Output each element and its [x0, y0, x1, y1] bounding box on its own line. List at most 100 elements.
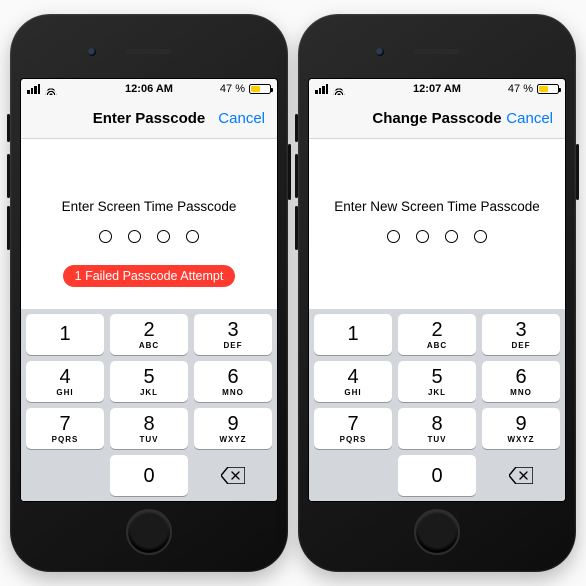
- bezel-bottom: [308, 502, 566, 562]
- volume-down-button[interactable]: [295, 206, 298, 250]
- key-1[interactable]: 1: [314, 314, 392, 355]
- volume-down-button[interactable]: [7, 206, 10, 250]
- front-camera: [376, 48, 384, 56]
- power-button[interactable]: [288, 144, 291, 200]
- key-letters: PQRS: [340, 435, 367, 444]
- nav-bar: Enter Passcode Cancel: [21, 99, 277, 139]
- failed-attempt-badge: 1 Failed Passcode Attempt: [63, 265, 236, 287]
- mute-switch[interactable]: [295, 114, 298, 142]
- key-digit: 4: [347, 367, 358, 387]
- key-3[interactable]: 3DEF: [194, 314, 272, 355]
- status-time: 12:07 AM: [413, 83, 461, 95]
- key-6[interactable]: 6MNO: [194, 361, 272, 402]
- key-0[interactable]: 0: [110, 455, 188, 496]
- screen: 12:06 AM 47 % Enter Passcode Cancel Ente…: [20, 78, 278, 502]
- key-8[interactable]: 8TUV: [110, 408, 188, 449]
- key-1[interactable]: 1: [26, 314, 104, 355]
- stage: 12:06 AM 47 % Enter Passcode Cancel Ente…: [0, 0, 586, 586]
- key-letters: WXYZ: [219, 435, 246, 444]
- key-digit: 5: [431, 367, 442, 387]
- key-letters: DEF: [224, 341, 243, 350]
- keypad-spacer: [314, 455, 392, 496]
- key-digit: 8: [431, 414, 442, 434]
- key-3[interactable]: 3DEF: [482, 314, 560, 355]
- key-digit: 3: [227, 320, 238, 340]
- key-7[interactable]: 7PQRS: [314, 408, 392, 449]
- status-time: 12:06 AM: [125, 83, 173, 95]
- passcode-dot: [416, 230, 429, 243]
- key-digit: 6: [227, 367, 238, 387]
- key-4[interactable]: 4GHI: [26, 361, 104, 402]
- numeric-keypad: 1 2ABC 3DEF 4GHI 5JKL 6MNO 7PQRS 8TUV 9W…: [21, 309, 277, 501]
- key-digit: 2: [431, 320, 442, 340]
- key-7[interactable]: 7PQRS: [26, 408, 104, 449]
- key-4[interactable]: 4GHI: [314, 361, 392, 402]
- key-8[interactable]: 8TUV: [398, 408, 476, 449]
- mute-switch[interactable]: [7, 114, 10, 142]
- status-bar: 12:06 AM 47 %: [21, 79, 277, 99]
- passcode-dot: [128, 230, 141, 243]
- key-5[interactable]: 5JKL: [398, 361, 476, 402]
- key-letters: GHI: [344, 388, 361, 397]
- content-area: Enter Screen Time Passcode 1 Failed Pass…: [21, 139, 277, 309]
- power-button[interactable]: [576, 144, 579, 200]
- passcode-dot: [157, 230, 170, 243]
- passcode-dot: [474, 230, 487, 243]
- key-letters: PQRS: [52, 435, 79, 444]
- cancel-button[interactable]: Cancel: [218, 110, 265, 127]
- key-digit: 7: [59, 414, 70, 434]
- key-letters: ABC: [427, 341, 447, 350]
- passcode-dot: [387, 230, 400, 243]
- key-2[interactable]: 2ABC: [398, 314, 476, 355]
- passcode-dot: [99, 230, 112, 243]
- backspace-key[interactable]: [194, 455, 272, 496]
- screen: 12:07 AM 47 % Change Passcode Cancel Ent…: [308, 78, 566, 502]
- wifi-icon: [333, 83, 345, 95]
- passcode-dots: [387, 230, 487, 243]
- backspace-key[interactable]: [482, 455, 560, 496]
- key-digit: 1: [59, 324, 70, 344]
- battery-icon: [249, 84, 271, 94]
- cellular-signal-icon: [315, 84, 328, 94]
- key-digit: 5: [143, 367, 154, 387]
- key-digit: 9: [227, 414, 238, 434]
- key-digit: 0: [431, 466, 442, 486]
- key-digit: 2: [143, 320, 154, 340]
- wifi-icon: [45, 83, 57, 95]
- key-letters: MNO: [510, 388, 532, 397]
- status-bar: 12:07 AM 47 %: [309, 79, 565, 99]
- home-button[interactable]: [126, 509, 172, 555]
- home-button[interactable]: [414, 509, 460, 555]
- key-9[interactable]: 9WXYZ: [194, 408, 272, 449]
- backspace-icon: [221, 467, 245, 484]
- key-5[interactable]: 5JKL: [110, 361, 188, 402]
- earpiece-speaker: [126, 49, 172, 54]
- key-letters: JKL: [428, 388, 446, 397]
- battery-percent: 47 %: [220, 83, 245, 95]
- key-digit: 9: [515, 414, 526, 434]
- key-letters: DEF: [512, 341, 531, 350]
- key-0[interactable]: 0: [398, 455, 476, 496]
- key-letters: ABC: [139, 341, 159, 350]
- passcode-dot: [445, 230, 458, 243]
- key-9[interactable]: 9WXYZ: [482, 408, 560, 449]
- bezel-top: [308, 24, 566, 78]
- key-2[interactable]: 2ABC: [110, 314, 188, 355]
- key-letters: MNO: [222, 388, 244, 397]
- key-letters: WXYZ: [507, 435, 534, 444]
- key-letters: JKL: [140, 388, 158, 397]
- volume-up-button[interactable]: [295, 154, 298, 198]
- volume-up-button[interactable]: [7, 154, 10, 198]
- bezel-bottom: [20, 502, 278, 562]
- earpiece-speaker: [414, 49, 460, 54]
- key-digit: 4: [59, 367, 70, 387]
- key-digit: 3: [515, 320, 526, 340]
- passcode-prompt: Enter Screen Time Passcode: [62, 199, 237, 214]
- nav-title: Change Passcode: [372, 110, 501, 127]
- passcode-dot: [186, 230, 199, 243]
- key-digit: 7: [347, 414, 358, 434]
- cancel-button[interactable]: Cancel: [506, 110, 553, 127]
- key-6[interactable]: 6MNO: [482, 361, 560, 402]
- key-letters: GHI: [56, 388, 73, 397]
- passcode-prompt: Enter New Screen Time Passcode: [334, 199, 540, 214]
